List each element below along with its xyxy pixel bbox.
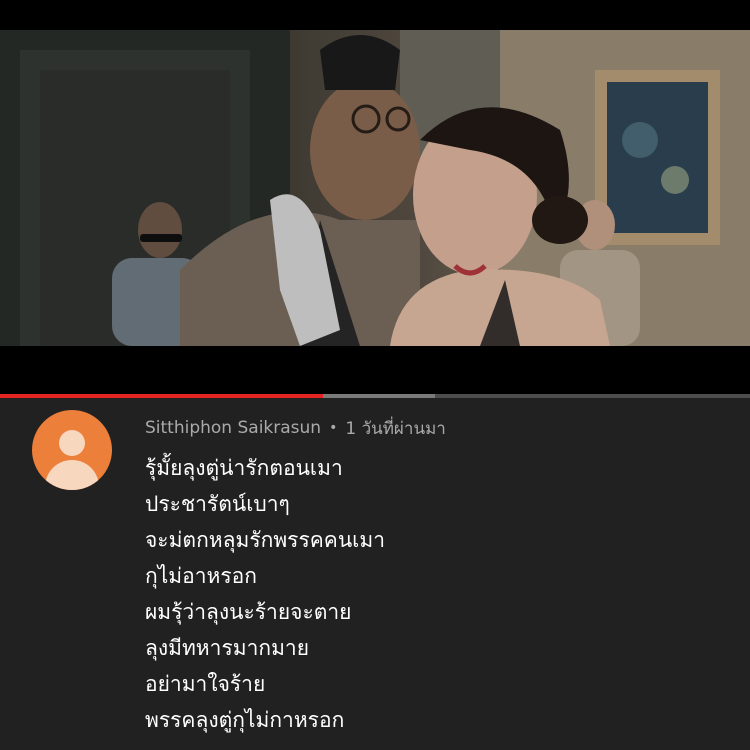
video-still-image — [0, 30, 750, 346]
comment-line: รุ้มั้ยลุงตู่น่ารักตอนเมา — [145, 456, 343, 480]
video-frame[interactable] — [0, 30, 750, 346]
header-separator: • — [329, 420, 338, 436]
video-player[interactable] — [0, 0, 750, 398]
app-screen: Sitthiphon Saikrasun • 1 วันที่ผ่านมา รุ… — [0, 0, 750, 750]
comment-text: รุ้มั้ยลุงตู่น่ารักตอนเมา ประชารัตน์เบาๆ… — [145, 450, 735, 738]
comment-author[interactable]: Sitthiphon Saikrasun — [145, 418, 321, 438]
comment-item: Sitthiphon Saikrasun • 1 วันที่ผ่านมา รุ… — [0, 398, 750, 750]
comment-line: กุไม่อาหรอก — [145, 564, 257, 588]
comment-line: จะม่ตกหลุมรักพรรคคนเมา — [145, 528, 385, 552]
avatar-person-body-icon — [45, 460, 99, 490]
comment-timestamp[interactable]: 1 วันที่ผ่านมา — [345, 415, 445, 442]
comment-line: พรรคลุงตู่กุไม่กาหรอก — [145, 708, 345, 732]
avatar-person-head-icon — [59, 430, 85, 456]
comment-line: ประชารัตน์เบาๆ — [145, 492, 290, 516]
comment-header: Sitthiphon Saikrasun • 1 วันที่ผ่านมา — [145, 416, 446, 440]
comment-line: ผมรุ้ว่าลุงนะร้ายจะตาย — [145, 600, 352, 624]
comment-line: ลุงมีทหารมากมาย — [145, 636, 310, 660]
avatar[interactable] — [32, 410, 112, 490]
comment-line: อย่ามาใจร้าย — [145, 672, 266, 696]
